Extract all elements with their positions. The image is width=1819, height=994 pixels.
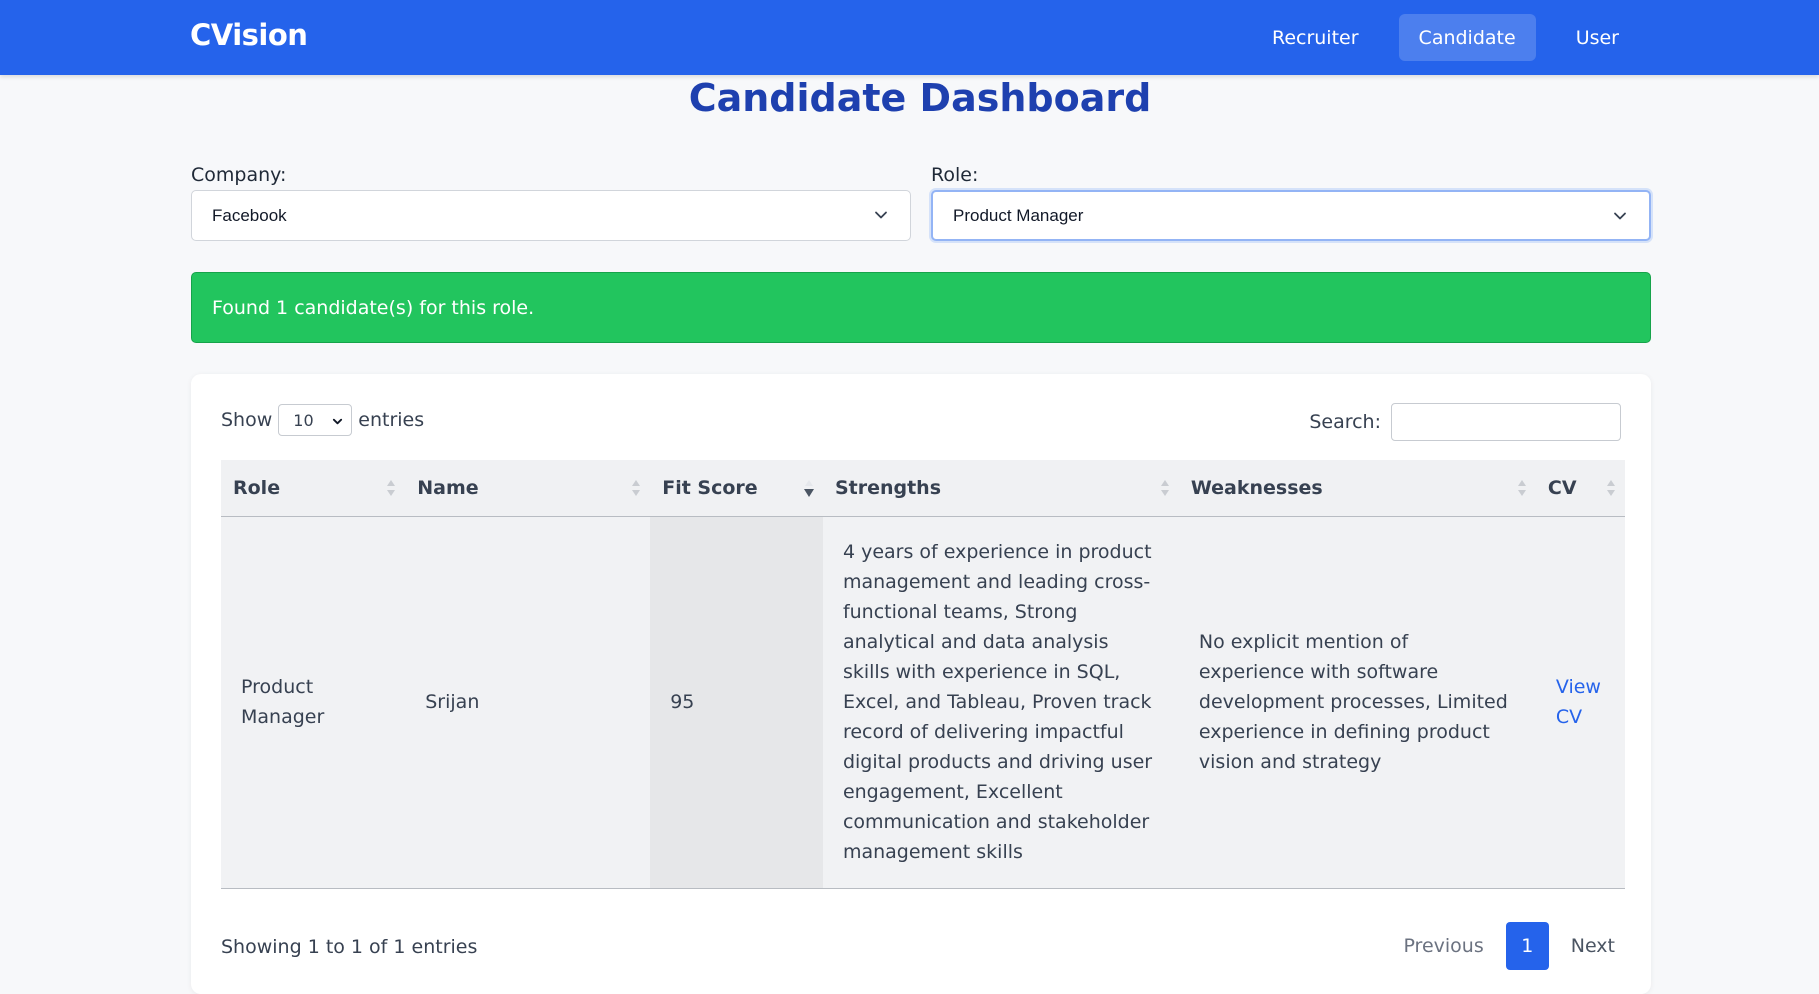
- entries-select[interactable]: 10: [278, 404, 353, 436]
- nav-link-recruiter[interactable]: Recruiter: [1252, 14, 1379, 61]
- nav-link-candidate[interactable]: Candidate: [1398, 14, 1536, 61]
- company-label: Company:: [191, 164, 287, 186]
- chevron-down-icon: [1614, 212, 1626, 220]
- cell-strengths: 4 years of experience in product managem…: [822, 516, 1179, 889]
- role-select[interactable]: Product Manager: [931, 190, 1651, 241]
- top-navbar: CVision Recruiter Candidate User: [0, 0, 1819, 75]
- search-label: Search:: [1309, 411, 1381, 433]
- nav-link-user[interactable]: User: [1556, 14, 1639, 61]
- candidates-table: Role Name Fit Score Strengths Weaknesses…: [221, 460, 1625, 889]
- role-label: Role:: [931, 164, 979, 186]
- role-select-value: Product Manager: [953, 205, 1084, 225]
- show-label: Show: [221, 409, 273, 431]
- cell-role: Product Manager: [221, 516, 406, 889]
- sort-icon: [1160, 480, 1169, 496]
- company-filter: Company: Facebook: [191, 164, 911, 241]
- column-header-role[interactable]: Role: [221, 460, 406, 517]
- cell-name: Srijan: [405, 516, 651, 889]
- table-header-row: Role Name Fit Score Strengths Weaknesses…: [221, 460, 1625, 517]
- cell-weaknesses: No explicit mention of experience with s…: [1178, 516, 1536, 889]
- next-page-button[interactable]: Next: [1555, 922, 1631, 970]
- column-header-name[interactable]: Name: [405, 460, 651, 517]
- sort-icon: [632, 480, 641, 496]
- entries-select-value: 10: [293, 410, 314, 430]
- nav-links: Recruiter Candidate User: [1252, 14, 1639, 61]
- cell-cv: View CV: [1535, 516, 1625, 889]
- sort-icon: [1517, 480, 1526, 496]
- previous-page-button[interactable]: Previous: [1387, 922, 1499, 970]
- pagination: Previous 1 Next: [1387, 922, 1631, 970]
- alert-text: Found 1 candidate(s) for this role.: [212, 296, 535, 319]
- page-1-button[interactable]: 1: [1505, 922, 1549, 970]
- column-header-weaknesses[interactable]: Weaknesses: [1178, 460, 1536, 517]
- company-select[interactable]: Facebook: [191, 190, 911, 241]
- role-filter: Role: Product Manager: [931, 164, 1651, 241]
- sort-icon: [1607, 480, 1615, 496]
- chevron-down-icon: [875, 211, 887, 219]
- company-select-value: Facebook: [212, 205, 287, 225]
- sort-icon: [387, 480, 396, 496]
- entries-label: entries: [358, 409, 425, 431]
- search-input[interactable]: [1391, 403, 1621, 441]
- chevron-down-icon: [333, 418, 343, 425]
- page-title: Candidate Dashboard: [688, 76, 1152, 120]
- sort-desc-icon: [803, 480, 814, 497]
- results-card: Show 10 entries Search: Role Name Fit Sc…: [191, 374, 1651, 994]
- cell-fit-score: 95: [650, 516, 823, 889]
- show-entries-control: Show 10 entries: [221, 404, 424, 436]
- table-info: Showing 1 to 1 of 1 entries: [221, 936, 478, 958]
- column-header-fit-score[interactable]: Fit Score: [650, 460, 823, 517]
- table-search: Search:: [1309, 403, 1621, 441]
- view-cv-link[interactable]: View CV: [1556, 676, 1601, 728]
- column-header-cv[interactable]: CV: [1535, 460, 1625, 517]
- success-alert: Found 1 candidate(s) for this role.: [191, 272, 1651, 343]
- table-row: Product Manager Srijan 95 4 years of exp…: [221, 516, 1625, 889]
- brand-logo[interactable]: CVision: [190, 18, 308, 52]
- column-header-strengths[interactable]: Strengths: [822, 460, 1179, 517]
